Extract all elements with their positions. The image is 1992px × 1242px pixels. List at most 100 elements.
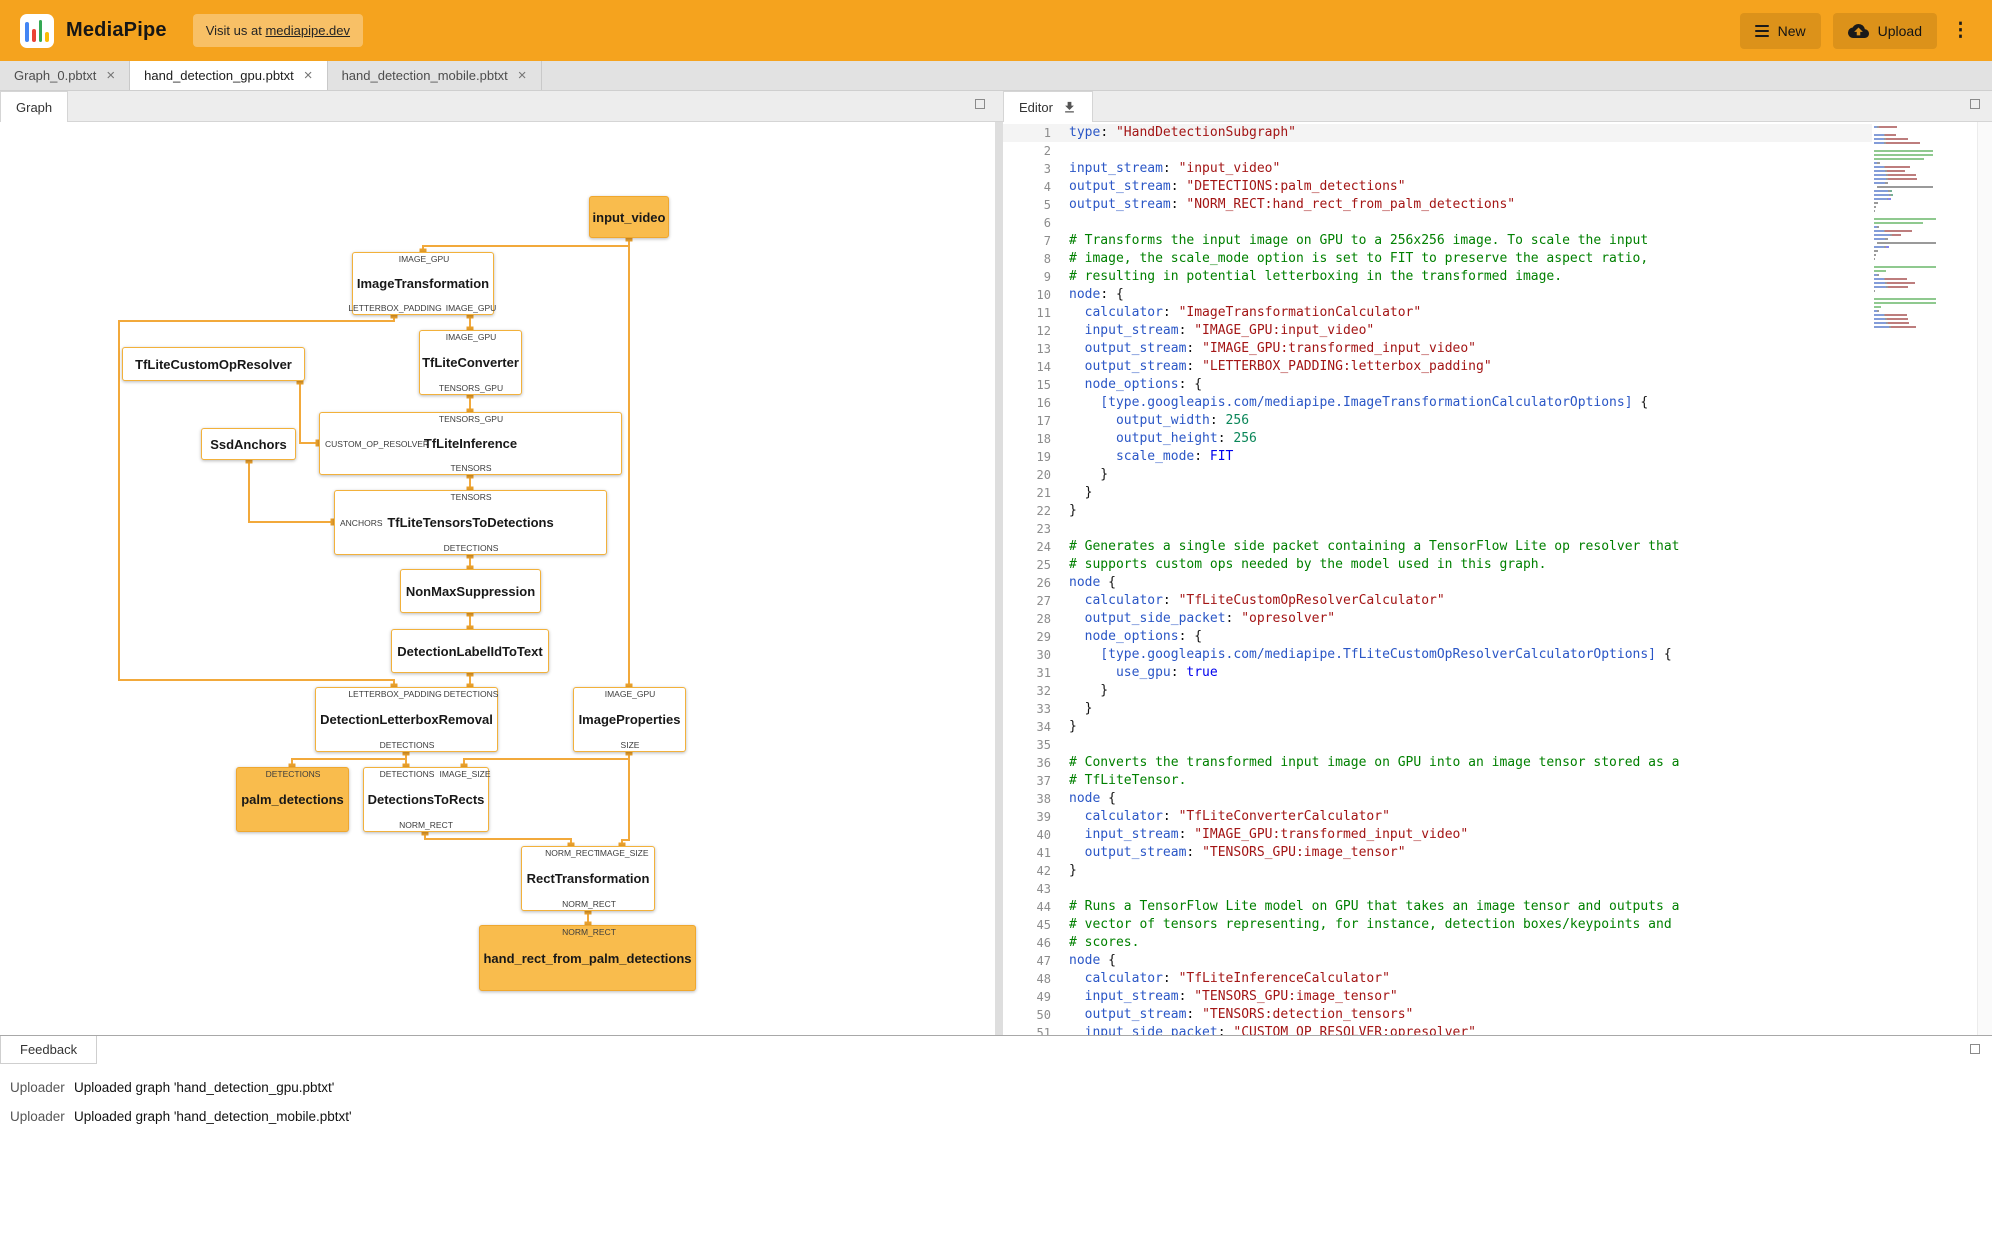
graph-node-ImageTransformation[interactable]: ImageTransformation IMAGE_GPU LETTERBOX_PA… [348,252,496,315]
code-line-48[interactable]: 48 calculator: "TfLiteInferenceCalculato… [1003,970,1872,988]
code-line-33[interactable]: 33 } [1003,700,1872,718]
code-line-7[interactable]: 7 # Transforms the input image on GPU to … [1003,232,1872,250]
code-line-10[interactable]: 10 node: { [1003,286,1872,304]
code-line-31[interactable]: 31 use_gpu: true [1003,664,1872,682]
code-line-26[interactable]: 26 node { [1003,574,1872,592]
graph-canvas[interactable]: input_video ImageTransformation IMAGE_GPU L… [0,122,995,1035]
code-line-13[interactable]: 13 output_stream: "IMAGE_GPU:transformed… [1003,340,1872,358]
code-line-42[interactable]: 42} [1003,862,1872,880]
code-line-19[interactable]: 19 scale_mode: FIT [1003,448,1872,466]
close-tab-icon[interactable]: × [518,68,527,83]
code-line-8[interactable]: 8 # image, the scale_mode option is set t… [1003,250,1872,268]
graph-node-TfLiteConverter[interactable]: TfLiteConverter IMAGE_GPU TENSORS_GPU [419,330,522,395]
graph-node-DetectionLabelIdToText[interactable]: DetectionLabelIdToText [391,629,549,673]
graph-node-TfLiteCustomOpResolver[interactable]: TfLiteCustomOpResolver [122,347,305,381]
code-line-41[interactable]: 41 output_stream: "TENSORS_GPU:image_ten… [1003,844,1872,862]
code-line-20[interactable]: 20 } [1003,466,1872,484]
port-label-norm_rect: NORM_RECT [399,820,453,830]
editor-scrollbar[interactable] [1977,122,1992,1035]
close-tab-icon[interactable]: × [106,68,115,83]
code-line-40[interactable]: 40 input_stream: "IMAGE_GPU:transformed_… [1003,826,1872,844]
code-line-15[interactable]: 15 node_options: { [1003,376,1872,394]
code-line-37[interactable]: 37 # TfLiteTensor. [1003,772,1872,790]
new-graph-icon [1754,24,1769,37]
line-text: scale_mode: FIT [1069,449,1234,464]
code-line-39[interactable]: 39 calculator: "TfLiteConverterCalculato… [1003,808,1872,826]
port-label-letterbox_padding: LETTERBOX_PADDING [348,689,442,699]
code-line-5[interactable]: 5 output_stream: "NORM_RECT:hand_rect_fro… [1003,196,1872,214]
code-line-6[interactable]: 6 [1003,214,1872,232]
code-line-45[interactable]: 45 # vector of tensors representing, for … [1003,916,1872,934]
file-tab-hand_detection_gpu.pbtxt[interactable]: hand_detection_gpu.pbtxt × [130,61,328,90]
close-tab-icon[interactable]: × [304,68,313,83]
graph-node-DetectionsToRects[interactable]: DetectionsToRects DETECTIONS IMAGE_SIZE NOR… [363,767,491,832]
code-line-47[interactable]: 47 node { [1003,952,1872,970]
code-line-14[interactable]: 14 output_stream: "LETTERBOX_PADDING:let… [1003,358,1872,376]
editor-panel[interactable]: 1 type: "HandDetectionSubgraph" 2 3 input_s… [1003,122,1992,1035]
line-text: } [1069,683,1109,698]
line-text: input_stream: "input_video" [1069,161,1281,176]
expand-graph-panel-icon[interactable] [975,99,985,109]
code-line-38[interactable]: 38 node { [1003,790,1872,808]
graph-node-ImageProperties[interactable]: ImageProperties IMAGE_GPU SIZE [573,687,686,752]
new-button[interactable]: New [1739,12,1821,49]
tab-graph[interactable]: Graph [0,91,69,122]
code-line-11[interactable]: 11 calculator: "ImageTransformationCalcu… [1003,304,1872,322]
editor-minimap[interactable] [1874,126,1968,330]
code-line-43[interactable]: 43 [1003,880,1872,898]
code-line-1[interactable]: 1 type: "HandDetectionSubgraph" [1003,124,1872,142]
download-icon[interactable] [1062,100,1077,115]
code-line-32[interactable]: 32 } [1003,682,1872,700]
mediapipe-dev-link[interactable]: mediapipe.dev [265,23,350,38]
pane-splitter[interactable] [995,122,1003,1035]
code-line-28[interactable]: 28 output_side_packet: "opresolver" [1003,610,1872,628]
line-text: input_side_packet: "CUSTOM_OP_RESOLVER:o… [1069,1025,1477,1035]
code-line-12[interactable]: 12 input_stream: "IMAGE_GPU:input_video" [1003,322,1872,340]
file-tab-hand_detection_mobile.pbtxt[interactable]: hand_detection_mobile.pbtxt × [328,61,542,90]
code-line-36[interactable]: 36 # Converts the transformed input image… [1003,754,1872,772]
code-line-22[interactable]: 22} [1003,502,1872,520]
code-line-25[interactable]: 25 # supports custom ops needed by the mo… [1003,556,1872,574]
line-number: 35 [1036,738,1051,752]
graph-node-hand_rect_from_palm_detections[interactable]: hand_rect_from_palm_detections NORM_RECT [479,925,696,991]
expand-feedback-panel-icon[interactable] [1970,1044,1980,1054]
code-line-9[interactable]: 9 # resulting in potential letterboxing i… [1003,268,1872,286]
code-line-35[interactable]: 35 [1003,736,1872,754]
file-tab-Graph_0.pbtxt[interactable]: Graph_0.pbtxt × [0,61,131,90]
tab-editor[interactable]: Editor [1003,91,1093,122]
code-line-46[interactable]: 46 # scores. [1003,934,1872,952]
code-line-18[interactable]: 18 output_height: 256 [1003,430,1872,448]
code-line-16[interactable]: 16 [type.googleapis.com/mediapipe.ImageT… [1003,394,1872,412]
line-text: # resulting in potential letterboxing in… [1069,269,1563,284]
code-line-30[interactable]: 30 [type.googleapis.com/mediapipe.TfLite… [1003,646,1872,664]
code-line-34[interactable]: 34} [1003,718,1872,736]
graph-node-TfLiteTensorsToDetections[interactable]: TfLiteTensorsToDetections TENSORS DETECTIO… [334,490,607,555]
graph-node-RectTransformation[interactable]: RectTransformation NORM_RECT IMAGE_SIZE NOR… [521,846,655,911]
graph-node-DetectionLetterboxRemoval[interactable]: DetectionLetterboxRemoval LETTERBOX_PADDI… [315,687,498,752]
graph-node-palm_detections[interactable]: palm_detections DETECTIONS [236,767,349,832]
code-line-2[interactable]: 2 [1003,142,1872,160]
graph-node-SsdAnchors[interactable]: SsdAnchors [201,428,296,460]
graph-node-input_video[interactable]: input_video [589,196,669,238]
tab-feedback[interactable]: Feedback [0,1036,98,1064]
code-line-51[interactable]: 51 input_side_packet: "CUSTOM_OP_RESOLVE… [1003,1024,1872,1035]
code-line-24[interactable]: 24 # Generates a single side packet conta… [1003,538,1872,556]
expand-editor-panel-icon[interactable] [1970,99,1980,109]
code-line-44[interactable]: 44 # Runs a TensorFlow Lite model on GPU … [1003,898,1872,916]
overflow-menu-icon[interactable]: ⋮ [1949,21,1972,40]
port-label-norm_rect: NORM_RECT [562,927,616,937]
upload-button[interactable]: Upload [1832,12,1937,49]
code-line-29[interactable]: 29 node_options: { [1003,628,1872,646]
code-line-3[interactable]: 3 input_stream: "input_video" [1003,160,1872,178]
code-line-50[interactable]: 50 output_stream: "TENSORS:detection_ten… [1003,1006,1872,1024]
code-line-21[interactable]: 21 } [1003,484,1872,502]
graph-node-TfLiteInference[interactable]: TfLiteInference TENSORS_GPU TENSORS CUSTOM_… [319,412,622,475]
code-line-23[interactable]: 23 [1003,520,1872,538]
code-line-17[interactable]: 17 output_width: 256 [1003,412,1872,430]
code-line-4[interactable]: 4 output_stream: "DETECTIONS:palm_detecti… [1003,178,1872,196]
code-line-27[interactable]: 27 calculator: "TfLiteCustomOpResolverCa… [1003,592,1872,610]
code-line-49[interactable]: 49 input_stream: "TENSORS_GPU:image_tens… [1003,988,1872,1006]
minimap-line [1874,274,1968,276]
minimap-line [1874,258,1968,260]
graph-node-NonMaxSuppression[interactable]: NonMaxSuppression [400,569,541,613]
